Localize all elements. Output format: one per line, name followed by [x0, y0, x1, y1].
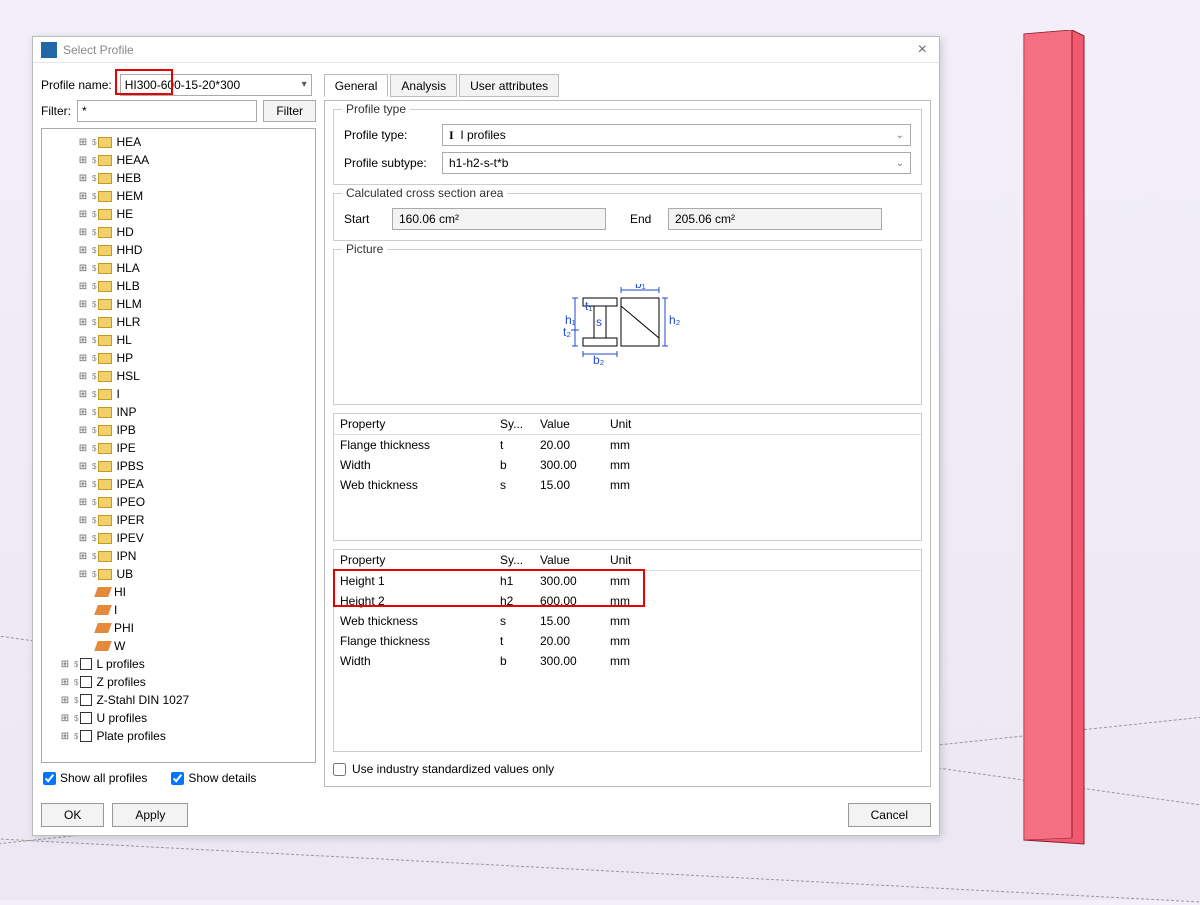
profile-name-input[interactable] [125, 78, 302, 92]
tree-node[interactable]: ⊞$ INP [42, 403, 315, 421]
tree-node[interactable]: ⊞$ I [42, 385, 315, 403]
right-panel: Profile type Profile type: I I profiles … [324, 100, 931, 787]
tree-node[interactable]: ⊞$ HLB [42, 277, 315, 295]
table-row[interactable]: Web thicknesss15.00mm [334, 475, 921, 495]
tree-node[interactable]: ⊞$ IPN [42, 547, 315, 565]
calc-area-group: Calculated cross section area Start 160.… [333, 193, 922, 241]
profile-subtype-select[interactable]: h1-h2-s-t*b ⌄ [442, 152, 911, 174]
tab-general[interactable]: General [324, 74, 389, 97]
show-details-check[interactable]: Show details [171, 771, 256, 785]
svg-text:b₁: b₁ [635, 284, 646, 291]
picture-group: Picture [333, 249, 922, 405]
filter-label: Filter: [41, 104, 71, 118]
tree-node[interactable]: ⊞$ HLR [42, 313, 315, 331]
group-legend: Calculated cross section area [342, 186, 507, 200]
svg-text:t₂: t₂ [563, 325, 571, 339]
profile-type-select[interactable]: I I profiles ⌄ [442, 124, 911, 146]
filter-button[interactable]: Filter [263, 100, 316, 122]
tree-node[interactable]: ⊞$ HP [42, 349, 315, 367]
group-legend: Picture [342, 242, 387, 256]
table-row[interactable]: Height 1h1300.00mm [334, 571, 921, 591]
left-panel: Filter: Filter ⊞$ HEA⊞$ HEAA⊞$ HEB⊞$ HEM… [41, 100, 316, 787]
tree-node[interactable]: ⊞$ Z-Stahl DIN 1027 [42, 691, 315, 709]
chevron-down-icon[interactable]: ⌄ [896, 158, 904, 169]
tree-node[interactable]: ⊞$ IPER [42, 511, 315, 529]
profile-name-label: Profile name: [41, 78, 112, 92]
tree-node[interactable]: ⊞$ Z profiles [42, 673, 315, 691]
close-icon[interactable]: × [914, 41, 931, 59]
profile-type-label: Profile type: [344, 128, 434, 142]
table-row[interactable]: Height 2h2600.00mm [334, 591, 921, 611]
tree-node[interactable]: W [42, 637, 315, 655]
tree-node[interactable]: HI [42, 583, 315, 601]
profile-tree[interactable]: ⊞$ HEA⊞$ HEAA⊞$ HEB⊞$ HEM⊞$ HE⊞$ HD⊞$ HH… [41, 128, 316, 763]
table-row[interactable]: Web thicknesss15.00mm [334, 611, 921, 631]
tree-node[interactable]: ⊞$ HHD [42, 241, 315, 259]
select-profile-dialog: Select Profile × Profile name: ▾ General… [32, 36, 940, 836]
tab-user-attributes[interactable]: User attributes [459, 74, 559, 97]
tree-node[interactable]: I [42, 601, 315, 619]
model-beam [1016, 30, 1088, 846]
window-title: Select Profile [63, 43, 914, 57]
tree-node[interactable]: ⊞$ IPEV [42, 529, 315, 547]
chevron-down-icon[interactable]: ▾ [302, 79, 307, 90]
start-value: 160.06 cm² [392, 208, 606, 230]
tree-node[interactable]: ⊞$ IPE [42, 439, 315, 457]
tree-node[interactable]: ⊞$ HE [42, 205, 315, 223]
ok-button[interactable]: OK [41, 803, 104, 827]
tree-node[interactable]: ⊞$ L profiles [42, 655, 315, 673]
tree-node[interactable]: ⊞$ HEB [42, 169, 315, 187]
svg-text:s: s [596, 315, 602, 329]
properties-table-1[interactable]: PropertySy...ValueUnitFlange thicknesst2… [333, 413, 922, 541]
show-all-check[interactable]: Show all profiles [43, 771, 147, 785]
tree-node[interactable]: ⊞$ IPBS [42, 457, 315, 475]
tree-node[interactable]: ⊞$ UB [42, 565, 315, 583]
profile-type-group: Profile type Profile type: I I profiles … [333, 109, 922, 185]
cancel-button[interactable]: Cancel [848, 803, 931, 827]
table-row[interactable]: Widthb300.00mm [334, 651, 921, 671]
tree-node[interactable]: ⊞$ HEAA [42, 151, 315, 169]
svg-text:h₂: h₂ [669, 313, 681, 327]
properties-table-2[interactable]: PropertySy...ValueUnitHeight 1h1300.00mm… [333, 549, 922, 752]
table-row[interactable]: Flange thicknesst20.00mm [334, 435, 921, 455]
tree-node[interactable]: ⊞$ HEA [42, 133, 315, 151]
svg-text:b₂: b₂ [593, 353, 605, 367]
app-icon [41, 42, 57, 58]
tree-node[interactable]: ⊞$ IPB [42, 421, 315, 439]
tree-node[interactable]: ⊞$ HLA [42, 259, 315, 277]
profile-name-combo[interactable]: ▾ [120, 74, 312, 96]
dialog-footer: OK Apply Cancel [33, 795, 939, 835]
table-row[interactable]: Widthb300.00mm [334, 455, 921, 475]
tree-node[interactable]: ⊞$ HSL [42, 367, 315, 385]
svg-text:t₁: t₁ [585, 299, 592, 313]
group-legend: Profile type [342, 102, 410, 116]
tree-node[interactable]: PHI [42, 619, 315, 637]
profile-subtype-label: Profile subtype: [344, 156, 434, 170]
bg-line [0, 836, 1200, 905]
start-label: Start [344, 212, 384, 226]
titlebar: Select Profile × [33, 37, 939, 63]
profile-diagram: b₁ b₂ h₁ h₂ t₁ t₂ s [344, 264, 911, 394]
filter-input[interactable] [77, 100, 257, 122]
table-row[interactable]: Flange thicknesst20.00mm [334, 631, 921, 651]
end-value: 205.06 cm² [668, 208, 882, 230]
tree-node[interactable]: ⊞$ IPEA [42, 475, 315, 493]
end-label: End [630, 212, 660, 226]
tree-node[interactable]: ⊞$ HLM [42, 295, 315, 313]
industry-check-label: Use industry standardized values only [352, 762, 554, 776]
tree-node[interactable]: ⊞$ IPEO [42, 493, 315, 511]
tree-node[interactable]: ⊞$ HEM [42, 187, 315, 205]
tab-analysis[interactable]: Analysis [390, 74, 457, 97]
tree-node[interactable]: ⊞$ Plate profiles [42, 727, 315, 745]
tree-node[interactable]: ⊞$ U profiles [42, 709, 315, 727]
apply-button[interactable]: Apply [112, 803, 188, 827]
i-profile-icon: I [449, 128, 454, 142]
chevron-down-icon[interactable]: ⌄ [896, 130, 904, 141]
tree-node[interactable]: ⊞$ HL [42, 331, 315, 349]
industry-check[interactable] [333, 763, 346, 776]
tree-node[interactable]: ⊞$ HD [42, 223, 315, 241]
